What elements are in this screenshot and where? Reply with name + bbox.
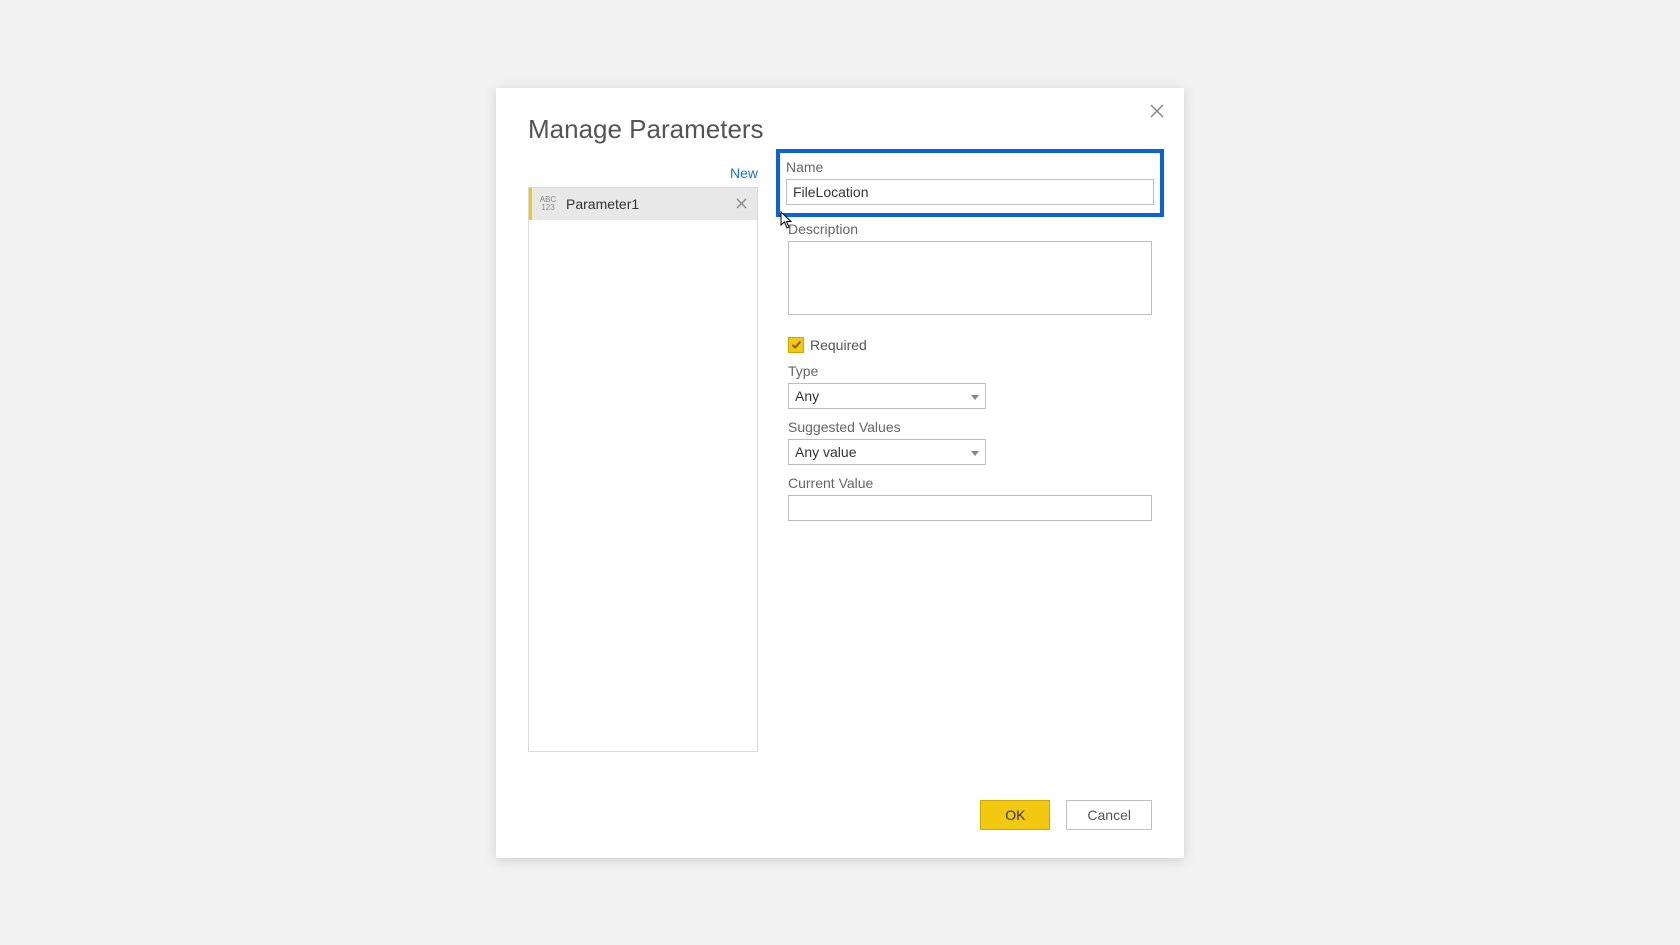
- required-label: Required: [810, 337, 867, 353]
- suggested-field-group: Suggested Values Any value: [788, 419, 1152, 465]
- chevron-down-icon: [971, 444, 979, 460]
- check-icon: [791, 339, 802, 350]
- dialog-footer: OK Cancel: [980, 800, 1152, 830]
- ok-button[interactable]: OK: [980, 800, 1050, 830]
- abc123-icon: ABC123: [538, 194, 558, 214]
- type-dropdown-value: Any: [795, 388, 819, 404]
- current-value-field-group: Current Value: [788, 475, 1152, 521]
- suggested-dropdown-value: Any value: [795, 444, 856, 460]
- description-field-group: Description: [788, 221, 1152, 315]
- manage-parameters-dialog: Manage Parameters New ABC123 Parameter1: [496, 88, 1184, 858]
- type-dropdown[interactable]: Any: [788, 383, 986, 409]
- name-label: Name: [786, 159, 1154, 175]
- current-value-input[interactable]: [788, 495, 1152, 521]
- parameter-item-label: Parameter1: [566, 196, 726, 212]
- delete-parameter-button[interactable]: [734, 194, 749, 214]
- close-button[interactable]: [1146, 100, 1168, 126]
- current-value-label: Current Value: [788, 475, 1152, 491]
- dialog-content: New ABC123 Parameter1: [528, 161, 1152, 752]
- left-pane: New ABC123 Parameter1: [528, 161, 758, 752]
- parameter-list-item[interactable]: ABC123 Parameter1: [529, 188, 757, 220]
- new-parameter-link[interactable]: New: [528, 161, 758, 187]
- name-input[interactable]: [786, 179, 1154, 205]
- parameter-list: ABC123 Parameter1: [528, 187, 758, 752]
- dialog-title: Manage Parameters: [528, 114, 1152, 145]
- required-checkbox[interactable]: [788, 337, 804, 353]
- name-field-group: Name: [776, 149, 1164, 217]
- chevron-down-icon: [971, 388, 979, 404]
- cancel-button[interactable]: Cancel: [1066, 800, 1152, 830]
- description-label: Description: [788, 221, 1152, 237]
- type-label: Type: [788, 363, 1152, 379]
- description-input[interactable]: [788, 241, 1152, 315]
- right-pane: Name Description Required: [788, 161, 1152, 752]
- required-row: Required: [788, 337, 1152, 353]
- x-icon: [736, 198, 747, 209]
- type-field-group: Type Any: [788, 363, 1152, 409]
- suggested-dropdown[interactable]: Any value: [788, 439, 986, 465]
- close-icon: [1150, 104, 1164, 118]
- suggested-label: Suggested Values: [788, 419, 1152, 435]
